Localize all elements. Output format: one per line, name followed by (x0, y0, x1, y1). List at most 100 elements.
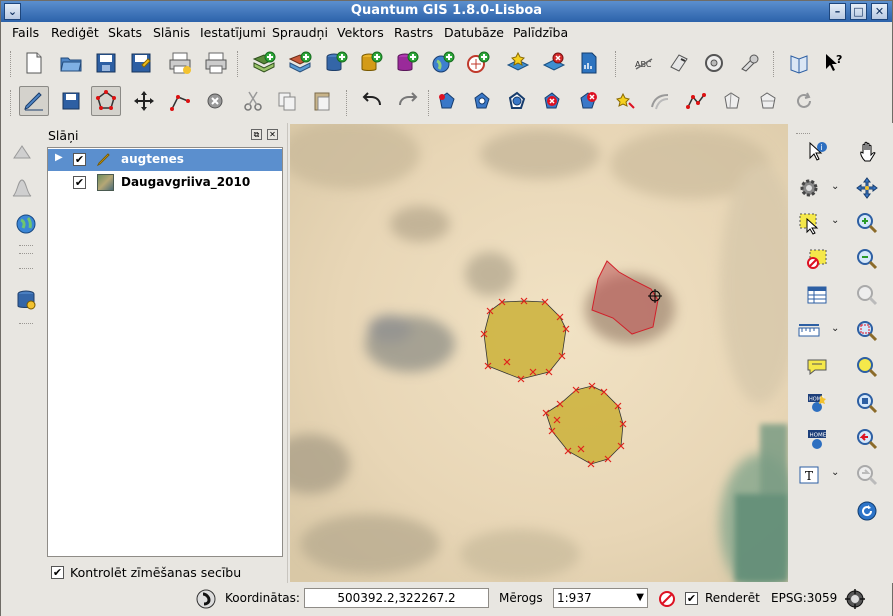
chevron-down-icon[interactable]: ⌄ (831, 467, 839, 478)
new-project-icon[interactable] (19, 48, 49, 78)
new-bookmark-icon[interactable]: HOME (802, 388, 832, 418)
map-canvas[interactable] (290, 124, 788, 582)
select-icon[interactable] (794, 208, 824, 238)
zoom-out-icon[interactable] (852, 244, 882, 274)
mouse-icon[interactable] (191, 584, 221, 614)
gps-icon[interactable] (7, 137, 37, 167)
delete-selected-icon[interactable] (200, 86, 230, 116)
crs-status-icon[interactable] (840, 584, 870, 614)
plugin-settings-icon[interactable] (735, 48, 765, 78)
layer-row-augtenes[interactable]: ▶ ✔ augtenes (48, 149, 282, 171)
add-wfs-icon[interactable] (463, 48, 493, 78)
attribute-table-icon[interactable] (802, 280, 832, 310)
zoom-selection-icon[interactable] (852, 316, 882, 346)
menu-iestatijumi[interactable]: Iestatījumi (200, 25, 266, 40)
map-svg[interactable] (290, 124, 788, 582)
simplify-icon[interactable] (432, 86, 462, 116)
toolbar-grip[interactable] (10, 90, 13, 116)
layer-row-daugavgriiva[interactable]: ✔ Daugavgriiva_2010 (48, 172, 282, 194)
close-button[interactable]: ✕ (871, 3, 888, 20)
maximize-button[interactable]: □ (850, 3, 867, 20)
crs-label[interactable]: EPSG:3059 (771, 591, 837, 605)
add-postgis-icon[interactable] (321, 48, 351, 78)
open-project-icon[interactable] (56, 48, 86, 78)
menu-vektors[interactable]: Vektors (337, 25, 384, 40)
expand-arrow-icon[interactable]: ▶ (55, 152, 63, 163)
new-gpx-icon[interactable] (574, 48, 604, 78)
add-wms-icon[interactable] (428, 48, 458, 78)
toolbar-grip[interactable] (428, 90, 431, 116)
layer-visibility-checkbox[interactable]: ✔ (73, 153, 86, 166)
database-icon[interactable] (11, 285, 41, 315)
delete-ring-icon[interactable] (537, 86, 567, 116)
chevron-down-icon[interactable]: ⌄ (831, 181, 839, 192)
layer-visibility-checkbox[interactable]: ✔ (73, 176, 86, 189)
help-book-icon[interactable] (784, 48, 814, 78)
copy-icon[interactable] (272, 86, 302, 116)
undock-icon[interactable]: ⧉ (251, 129, 262, 140)
toolbar-grip[interactable] (19, 323, 33, 326)
remove-layer-icon[interactable] (539, 48, 569, 78)
digitize-polygon-icon[interactable] (91, 86, 121, 116)
undo-icon[interactable] (357, 86, 387, 116)
print-icon[interactable] (201, 48, 231, 78)
redo-icon[interactable] (393, 86, 423, 116)
paste-icon[interactable] (307, 86, 337, 116)
move-feature-icon[interactable] (129, 86, 159, 116)
rotate-icon[interactable] (789, 86, 819, 116)
menu-rediget[interactable]: Rediģēt (51, 25, 99, 40)
zoom-next-icon[interactable] (852, 460, 882, 490)
add-ring-icon[interactable] (467, 86, 497, 116)
split-icon[interactable] (681, 86, 711, 116)
stop-render-icon[interactable] (652, 584, 682, 614)
minimize-button[interactable]: – (829, 3, 846, 20)
save-as-icon[interactable] (126, 48, 156, 78)
delete-part-icon[interactable] (573, 86, 603, 116)
whats-this-icon[interactable]: ? (819, 48, 849, 78)
plugin-manager-icon[interactable] (699, 48, 729, 78)
toolbar-grip[interactable] (796, 133, 810, 136)
toolbar-grip[interactable] (773, 51, 776, 77)
refresh-icon[interactable] (852, 496, 882, 526)
merge-attributes-icon[interactable] (753, 86, 783, 116)
cut-icon[interactable] (238, 86, 268, 116)
map-tips-icon[interactable] (802, 352, 832, 382)
menu-rastrs[interactable]: Rastrs (394, 25, 433, 40)
merge-icon[interactable] (717, 86, 747, 116)
zoom-full-icon[interactable] (852, 280, 882, 310)
chevron-down-icon[interactable]: ⌄ (831, 323, 839, 334)
offset-curve-icon[interactable] (645, 86, 675, 116)
render-checkbox[interactable]: ✔ (685, 592, 698, 605)
zoom-last-icon[interactable] (852, 424, 882, 454)
toolbar-grip[interactable] (19, 253, 33, 256)
text-annotation-icon[interactable]: T (794, 460, 824, 490)
zoom-native-icon[interactable] (852, 388, 882, 418)
menu-slanis[interactable]: Slānis (153, 25, 190, 40)
toolbar-grip[interactable] (19, 245, 33, 248)
move-map-icon[interactable] (852, 173, 882, 203)
close-panel-icon[interactable]: ✕ (267, 129, 278, 140)
menu-fails[interactable]: Fails (12, 25, 39, 40)
menu-skats[interactable]: Skats (108, 25, 142, 40)
menu-spraudni[interactable]: Spraudņi (272, 25, 328, 40)
add-mssql-icon[interactable] (392, 48, 422, 78)
toolbar-grip[interactable] (237, 51, 240, 77)
identify-icon[interactable]: i (802, 137, 832, 167)
node-tool-icon[interactable] (165, 86, 195, 116)
chevron-down-icon[interactable]: ▼ (636, 589, 644, 607)
reshape-icon[interactable] (610, 86, 640, 116)
menu-datubaze[interactable]: Datubāze (444, 25, 504, 40)
globe-icon[interactable] (11, 209, 41, 239)
new-shapefile-icon[interactable] (503, 48, 533, 78)
coords-field[interactable]: 500392.2,322267.2 (304, 588, 489, 608)
render-order-checkbox[interactable]: ✔ (51, 566, 64, 579)
pan-icon[interactable] (854, 137, 884, 167)
toolbar-grip[interactable] (10, 51, 13, 77)
toolbar-grip[interactable] (346, 90, 349, 116)
add-raster-icon[interactable] (285, 48, 315, 78)
plugin-icon[interactable] (664, 48, 694, 78)
chevron-down-icon[interactable]: ⌄ (831, 215, 839, 226)
toolbar-grip[interactable] (615, 51, 618, 77)
save-edits-icon[interactable] (56, 86, 86, 116)
deselect-icon[interactable] (802, 244, 832, 274)
